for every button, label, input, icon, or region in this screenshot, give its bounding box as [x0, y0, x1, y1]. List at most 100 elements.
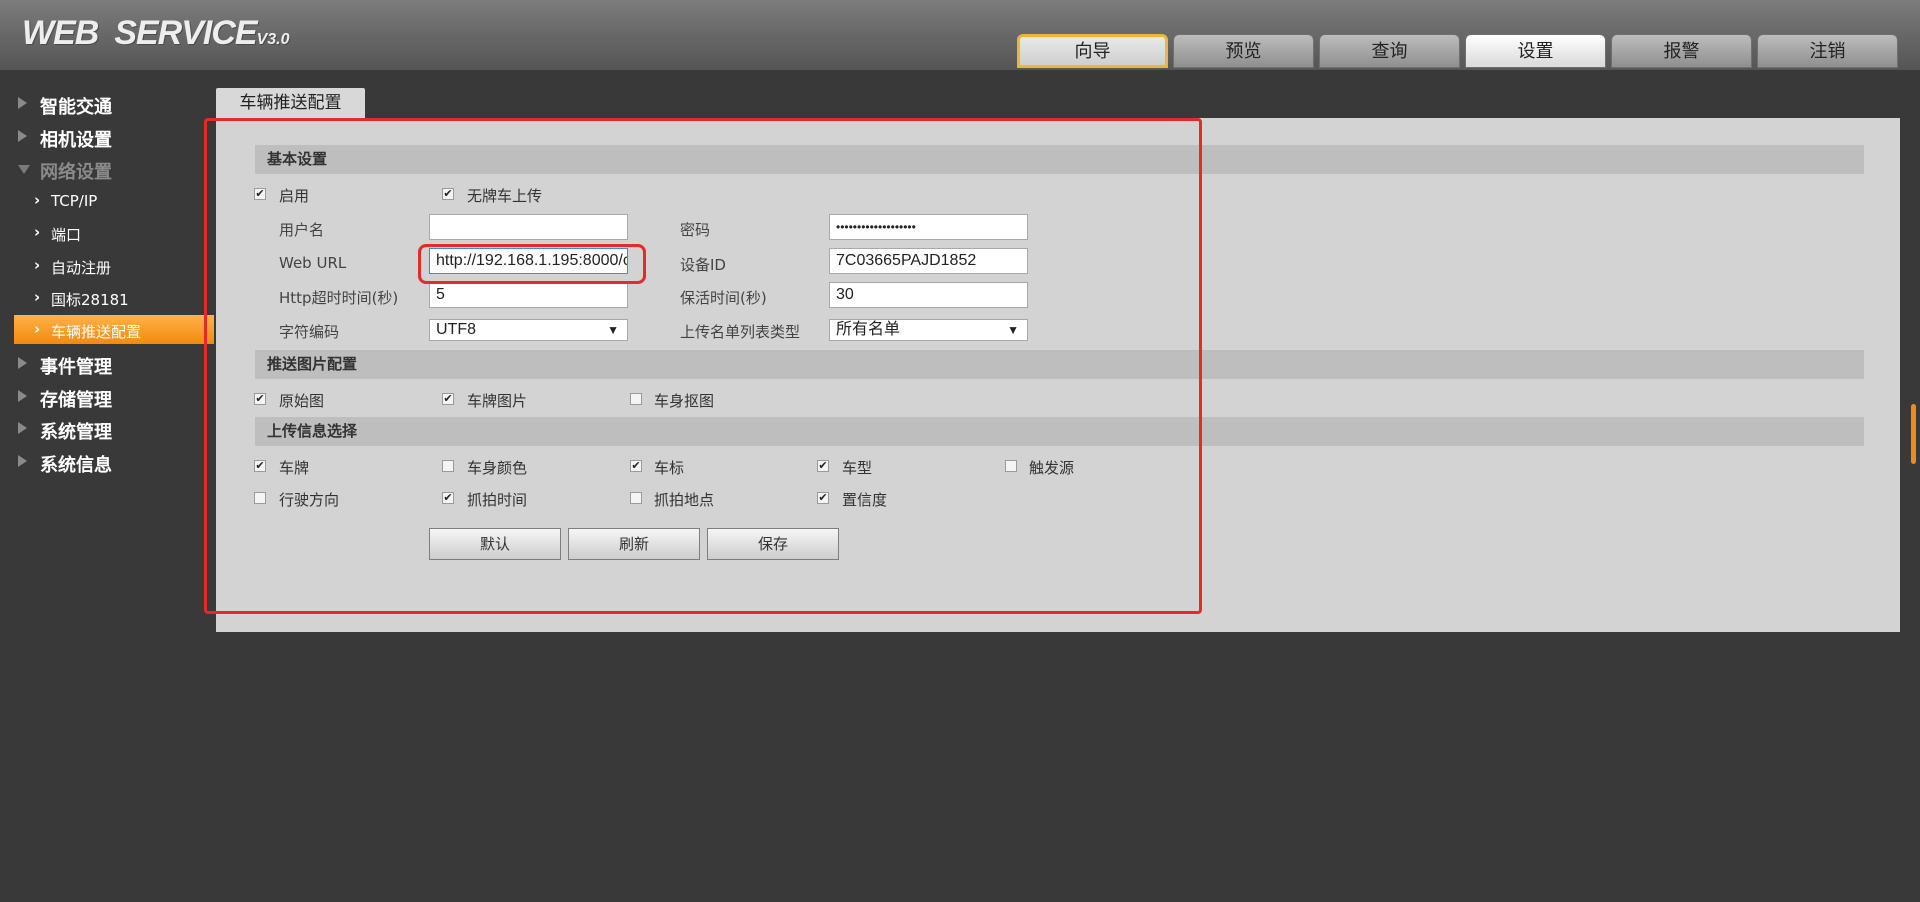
tab-preview[interactable]: 预览 — [1173, 34, 1314, 68]
encoding-label: 字符编码 — [279, 323, 340, 341]
sidebar-item-label: 系统信息 — [40, 455, 112, 476]
default-button[interactable]: 默认 — [429, 528, 561, 560]
vehicle-type-checkbox[interactable]: ✔ — [817, 460, 829, 472]
sidebar-subitem-label: 端口 — [51, 226, 82, 244]
list-type-select[interactable]: 所有名单 ▼ — [829, 319, 1028, 341]
list-type-select-value: 所有名单 — [836, 321, 901, 338]
sidebar-subitem-tcpip[interactable]: › TCP/IP — [14, 186, 214, 215]
username-input[interactable] — [429, 214, 628, 240]
section-header-upload-info: 上传信息选择 — [255, 417, 1864, 446]
weburl-label: Web URL — [279, 254, 347, 272]
expand-arrow-icon — [18, 130, 27, 142]
device-id-label: 设备ID — [680, 256, 726, 274]
body-cutout-label: 车身抠图 — [654, 392, 715, 410]
capture-location-checkbox[interactable] — [630, 492, 642, 504]
tab-alarm[interactable]: 报警 — [1611, 34, 1752, 68]
device-id-input[interactable]: 7C03665PAJD1852 — [829, 248, 1028, 274]
chevron-right-icon: › — [34, 288, 41, 306]
section-header-basic: 基本设置 — [255, 145, 1864, 174]
top-header: WEB SERVICEV3.0 向导 预览 查询 设置 报警 注销 — [0, 0, 1920, 70]
sidebar-subitem-vehicle-push[interactable]: › 车辆推送配置 — [14, 315, 214, 344]
chevron-right-icon: › — [34, 191, 41, 209]
original-image-label: 原始图 — [279, 392, 325, 410]
plate-checkbox[interactable]: ✔ — [254, 460, 266, 472]
chevron-right-icon: › — [34, 223, 41, 241]
username-label: 用户名 — [279, 221, 325, 239]
sidebar: 智能交通 相机设置 网络设置 › TCP/IP › 端口 › 自动注册 › 国标… — [0, 70, 214, 902]
body-color-checkbox[interactable] — [442, 460, 454, 472]
plate-label: 车牌 — [279, 459, 310, 477]
trigger-source-label: 触发源 — [1029, 459, 1075, 477]
driving-direction-checkbox[interactable] — [254, 492, 266, 504]
sidebar-subitem-auto-register[interactable]: › 自动注册 — [14, 251, 214, 280]
dropdown-arrow-icon: ▼ — [1007, 323, 1019, 337]
sidebar-subitem-gb28181[interactable]: › 国标28181 — [14, 283, 214, 312]
original-image-checkbox[interactable]: ✔ — [254, 393, 266, 405]
save-button[interactable]: 保存 — [707, 528, 839, 560]
logo-version: V3.0 — [256, 31, 290, 48]
refresh-button[interactable]: 刷新 — [568, 528, 700, 560]
expand-arrow-icon — [18, 390, 27, 402]
confidence-checkbox[interactable]: ✔ — [817, 492, 829, 504]
capture-time-label: 抓拍时间 — [467, 491, 528, 509]
keepalive-input[interactable]: 30 — [829, 282, 1028, 308]
tab-settings[interactable]: 设置 — [1465, 34, 1606, 68]
expand-arrow-icon — [18, 455, 27, 467]
sidebar-subitem-label: TCP/IP — [51, 192, 98, 210]
chevron-right-icon: › — [34, 320, 41, 338]
trigger-source-checkbox[interactable] — [1005, 460, 1017, 472]
keepalive-label: 保活时间(秒) — [680, 289, 767, 307]
logo-word-web: WEB — [22, 14, 99, 52]
tab-guide[interactable]: 向导 — [1017, 34, 1168, 68]
expand-arrow-icon — [18, 422, 27, 434]
plate-image-checkbox[interactable]: ✔ — [442, 393, 454, 405]
sidebar-item-label: 系统管理 — [40, 422, 112, 443]
vehicle-type-label: 车型 — [842, 459, 873, 477]
section-header-push-image: 推送图片配置 — [255, 350, 1864, 379]
enable-label: 启用 — [279, 187, 310, 205]
confidence-label: 置信度 — [842, 491, 888, 509]
sidebar-item-label: 网络设置 — [40, 162, 112, 183]
main-tabs: 向导 预览 查询 设置 报警 注销 — [1017, 34, 1903, 70]
list-type-label: 上传名单列表类型 — [680, 323, 801, 341]
capture-location-label: 抓拍地点 — [654, 491, 715, 509]
encoding-select-value: UTF8 — [436, 321, 476, 338]
logo-word-service: SERVICE — [114, 14, 257, 52]
capture-time-checkbox[interactable]: ✔ — [442, 492, 454, 504]
sidebar-item-event-management[interactable]: 事件管理 — [0, 348, 214, 378]
plate-image-label: 车牌图片 — [467, 392, 528, 410]
sidebar-item-network-settings[interactable]: 网络设置 — [0, 153, 214, 183]
sidebar-subitem-label: 车辆推送配置 — [51, 323, 142, 341]
password-input[interactable]: ••••••••••••••••••• — [829, 214, 1028, 240]
noplate-upload-checkbox[interactable]: ✔ — [442, 188, 454, 200]
http-timeout-input[interactable]: 5 — [429, 282, 628, 308]
sidebar-item-intelligent-traffic[interactable]: 智能交通 — [0, 88, 214, 118]
page-title-tab: 车辆推送配置 — [216, 88, 365, 118]
sidebar-subitem-label: 自动注册 — [51, 259, 112, 277]
weburl-input[interactable]: http://192.168.1.195:8000/c — [429, 248, 628, 274]
chevron-right-icon: › — [34, 256, 41, 274]
enable-checkbox[interactable]: ✔ — [254, 188, 266, 200]
sidebar-subitem-port[interactable]: › 端口 — [14, 218, 214, 247]
password-label: 密码 — [680, 221, 711, 239]
expand-arrow-icon — [18, 97, 27, 109]
sidebar-item-system-info[interactable]: 系统信息 — [0, 446, 214, 476]
sidebar-item-storage-management[interactable]: 存储管理 — [0, 381, 214, 411]
sidebar-item-label: 事件管理 — [40, 357, 112, 378]
sidebar-item-camera-settings[interactable]: 相机设置 — [0, 121, 214, 151]
expand-arrow-icon — [18, 357, 27, 369]
app-logo: WEB SERVICEV3.0 — [22, 14, 290, 53]
body-color-label: 车身颜色 — [467, 459, 528, 477]
page-scrollbar-thumb[interactable] — [1911, 404, 1916, 464]
tab-query[interactable]: 查询 — [1319, 34, 1460, 68]
body-cutout-checkbox[interactable] — [630, 393, 642, 405]
sidebar-item-label: 智能交通 — [40, 97, 112, 118]
vehicle-logo-checkbox[interactable]: ✔ — [630, 460, 642, 472]
tab-logout[interactable]: 注销 — [1757, 34, 1898, 68]
sidebar-item-system-management[interactable]: 系统管理 — [0, 413, 214, 443]
sidebar-subitem-label: 国标28181 — [51, 291, 129, 309]
driving-direction-label: 行驶方向 — [279, 491, 340, 509]
encoding-select[interactable]: UTF8 ▼ — [429, 319, 628, 341]
noplate-upload-label: 无牌车上传 — [467, 187, 543, 205]
dropdown-arrow-icon: ▼ — [607, 323, 619, 337]
